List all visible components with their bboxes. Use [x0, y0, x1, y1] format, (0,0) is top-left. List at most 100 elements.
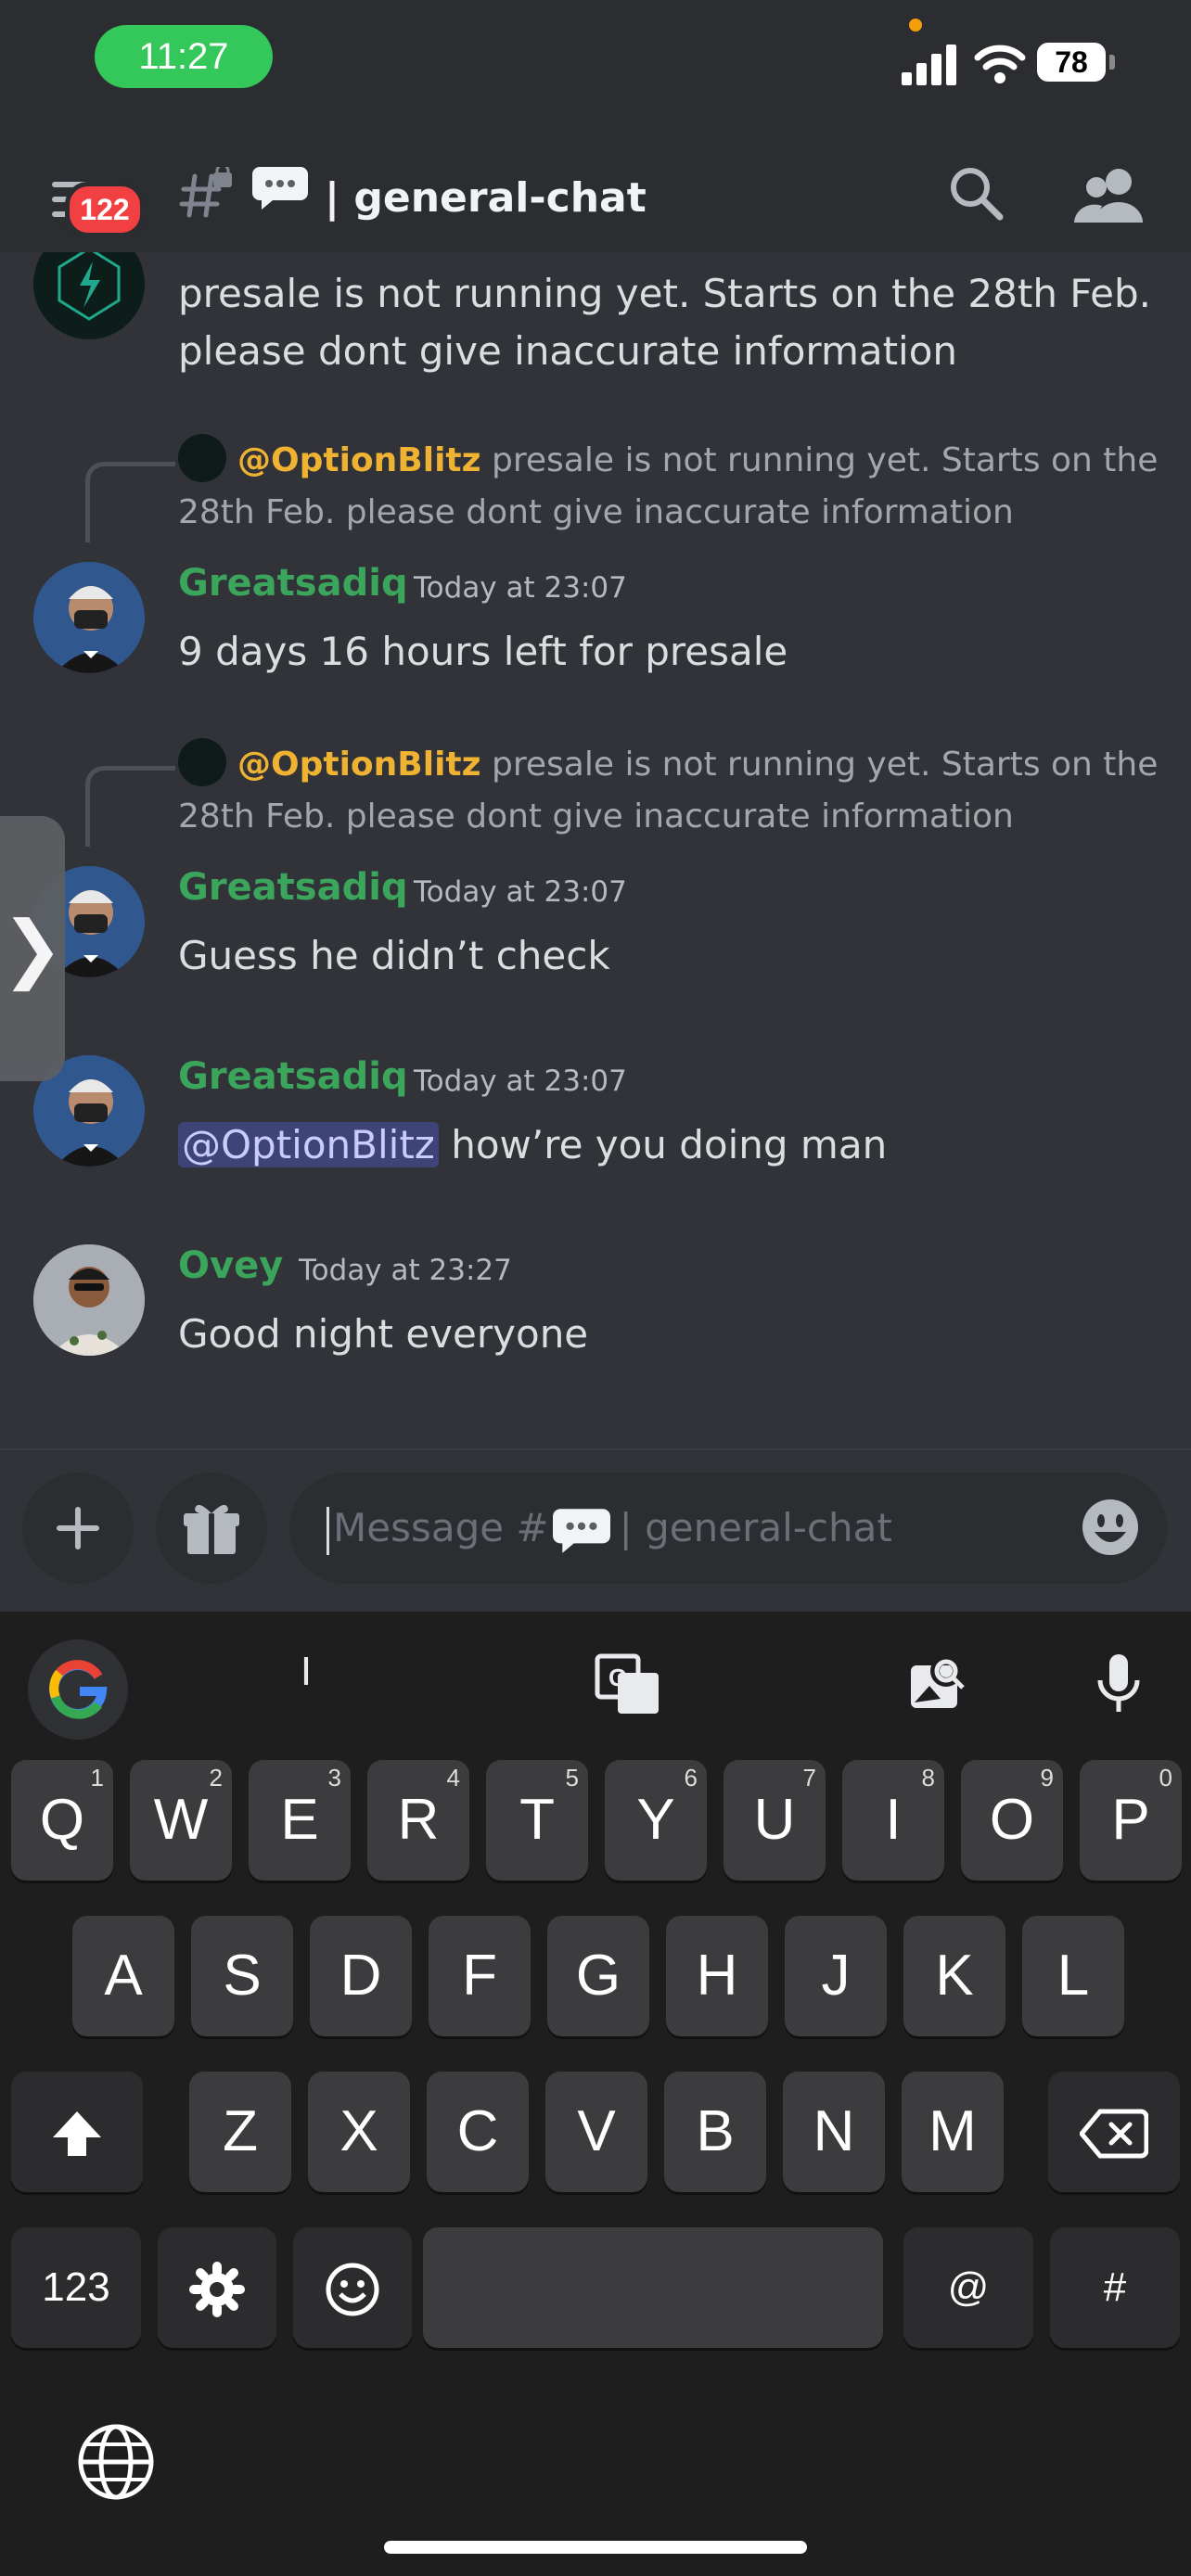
message-author[interactable]: Greatsadiq	[178, 1055, 408, 1098]
gift-button[interactable]	[156, 1473, 267, 1584]
reply-author[interactable]: @OptionBlitz	[237, 746, 481, 784]
message-timestamp: Today at 23:07	[414, 875, 627, 909]
text-caret	[327, 1506, 329, 1555]
members-icon[interactable]	[1072, 163, 1146, 228]
google-icon[interactable]	[28, 1639, 128, 1740]
search-icon[interactable]	[944, 161, 1009, 226]
key-i[interactable]: I8	[842, 1760, 944, 1881]
space-key[interactable]	[423, 2227, 883, 2348]
key-f[interactable]: F	[429, 1916, 531, 2036]
globe-icon[interactable]	[74, 2420, 158, 2504]
translate-icon[interactable]: G	[594, 1652, 662, 1717]
message-author[interactable]: Ovey	[178, 1244, 283, 1287]
settings-key[interactable]	[158, 2227, 276, 2348]
key-o[interactable]: O9	[961, 1760, 1063, 1881]
key-x[interactable]: X	[308, 2072, 410, 2192]
key-m[interactable]: M	[902, 2072, 1004, 2192]
key-j[interactable]: J	[785, 1916, 887, 2036]
image-search-icon[interactable]	[905, 1652, 970, 1717]
message-timestamp: Today at 23:07	[414, 1065, 627, 1098]
avatar-optionblitz[interactable]	[33, 252, 145, 339]
input-placeholder-prefix: Message #	[333, 1505, 549, 1550]
unread-badge: 122	[65, 182, 145, 237]
key-t[interactable]: T5	[486, 1760, 588, 1881]
reply-connector	[85, 766, 175, 847]
channel-title: | general-chat	[325, 174, 647, 222]
suggestion-word[interactable]: I	[278, 1649, 334, 1695]
status-time: 11:27	[95, 25, 273, 88]
emoji-icon[interactable]	[1078, 1495, 1143, 1560]
key-w[interactable]: W2	[130, 1760, 232, 1881]
hash-lock-icon	[179, 167, 232, 218]
keyboard: I G Q1 W2 E3 R4 T5 Y6 U7 I8 O9 P0 A S D …	[0, 1612, 1191, 2576]
key-g[interactable]: G	[547, 1916, 649, 2036]
key-r[interactable]: R4	[367, 1760, 469, 1881]
hash-key[interactable]: #	[1050, 2227, 1180, 2348]
message-text: 9 days 16 hours left for presale	[178, 629, 788, 674]
cellular-signal-icon	[902, 43, 957, 85]
shift-icon	[53, 2111, 101, 2157]
key-u[interactable]: U7	[724, 1760, 826, 1881]
suggestion-strip: I G	[0, 1612, 1191, 1760]
key-e[interactable]: E3	[249, 1760, 351, 1881]
speech-bubble-icon	[252, 167, 308, 210]
message-author[interactable]: Greatsadiq	[178, 866, 408, 909]
key-a[interactable]: A	[72, 1916, 174, 2036]
backspace-key[interactable]	[1048, 2072, 1180, 2192]
side-panel-handle[interactable]: ❯	[0, 816, 65, 1081]
message-timestamp: Today at 23:27	[299, 1254, 512, 1287]
privacy-indicator-dot	[909, 19, 922, 32]
key-y[interactable]: Y6	[605, 1760, 707, 1881]
message-composer: Message # | general-chat	[0, 1448, 1191, 1613]
message-input[interactable]: Message # | general-chat	[289, 1473, 1167, 1584]
microphone-icon[interactable]	[1091, 1649, 1146, 1719]
reply-snippet-cont: 28th Feb. please dont give inaccurate in…	[178, 797, 1014, 835]
user-mention[interactable]: @OptionBlitz	[178, 1122, 439, 1167]
key-z[interactable]: Z	[189, 2072, 291, 2192]
key-s[interactable]: S	[191, 1916, 293, 2036]
message-timestamp: Today at 23:07	[414, 571, 627, 605]
numbers-key[interactable]: 123	[11, 2227, 141, 2348]
message-text: how’re you doing man	[451, 1122, 888, 1167]
message-text-row: @OptionBlitz how’re you doing man	[178, 1116, 887, 1174]
key-c[interactable]: C	[427, 2072, 529, 2192]
key-n[interactable]: N	[783, 2072, 885, 2192]
avatar-greatsadiq[interactable]	[33, 562, 145, 673]
add-attachment-button[interactable]	[22, 1473, 134, 1584]
key-b[interactable]: B	[664, 2072, 766, 2192]
reply-snippet-cont: 28th Feb. please dont give inaccurate in…	[178, 493, 1014, 531]
smiley-icon	[326, 2263, 379, 2316]
reply-preview[interactable]: @OptionBlitz presale is not running yet.…	[178, 434, 1159, 486]
reply-author[interactable]: @OptionBlitz	[237, 441, 481, 479]
key-v[interactable]: V	[545, 2072, 647, 2192]
message-list[interactable]: presale is not running yet. Starts on th…	[0, 252, 1191, 1448]
home-indicator[interactable]	[384, 2541, 807, 2554]
battery-indicator: 78	[1037, 43, 1115, 82]
plus-icon	[57, 1507, 99, 1549]
key-h[interactable]: H	[666, 1916, 768, 2036]
key-k[interactable]: K	[903, 1916, 1005, 2036]
at-key[interactable]: @	[903, 2227, 1033, 2348]
gift-icon	[184, 1504, 239, 1554]
key-p[interactable]: P0	[1080, 1760, 1182, 1881]
message-text: Good night everyone	[178, 1311, 589, 1357]
status-bar: 11:27 78	[0, 0, 1191, 139]
message-text: Guess he didn’t check	[178, 933, 610, 978]
shift-key[interactable]	[11, 2072, 143, 2192]
channel-header: 122 | general-chat	[0, 139, 1191, 254]
avatar-ovey[interactable]	[33, 1244, 145, 1356]
key-q[interactable]: Q1	[11, 1760, 113, 1881]
wifi-icon	[974, 45, 1026, 83]
emoji-key[interactable]	[293, 2227, 412, 2348]
reply-snippet: presale is not running yet. Starts on th…	[492, 441, 1159, 479]
key-d[interactable]: D	[310, 1916, 412, 2036]
message-author[interactable]: Greatsadiq	[178, 562, 408, 605]
reply-snippet: presale is not running yet. Starts on th…	[492, 746, 1159, 784]
key-l[interactable]: L	[1022, 1916, 1124, 2036]
message-text: please dont give inaccurate information	[178, 328, 958, 374]
reply-avatar	[178, 434, 226, 482]
reply-connector	[85, 462, 175, 542]
svg-text:G: G	[608, 1664, 627, 1691]
reply-preview[interactable]: @OptionBlitz presale is not running yet.…	[178, 738, 1159, 790]
speech-bubble-icon	[552, 1508, 610, 1553]
